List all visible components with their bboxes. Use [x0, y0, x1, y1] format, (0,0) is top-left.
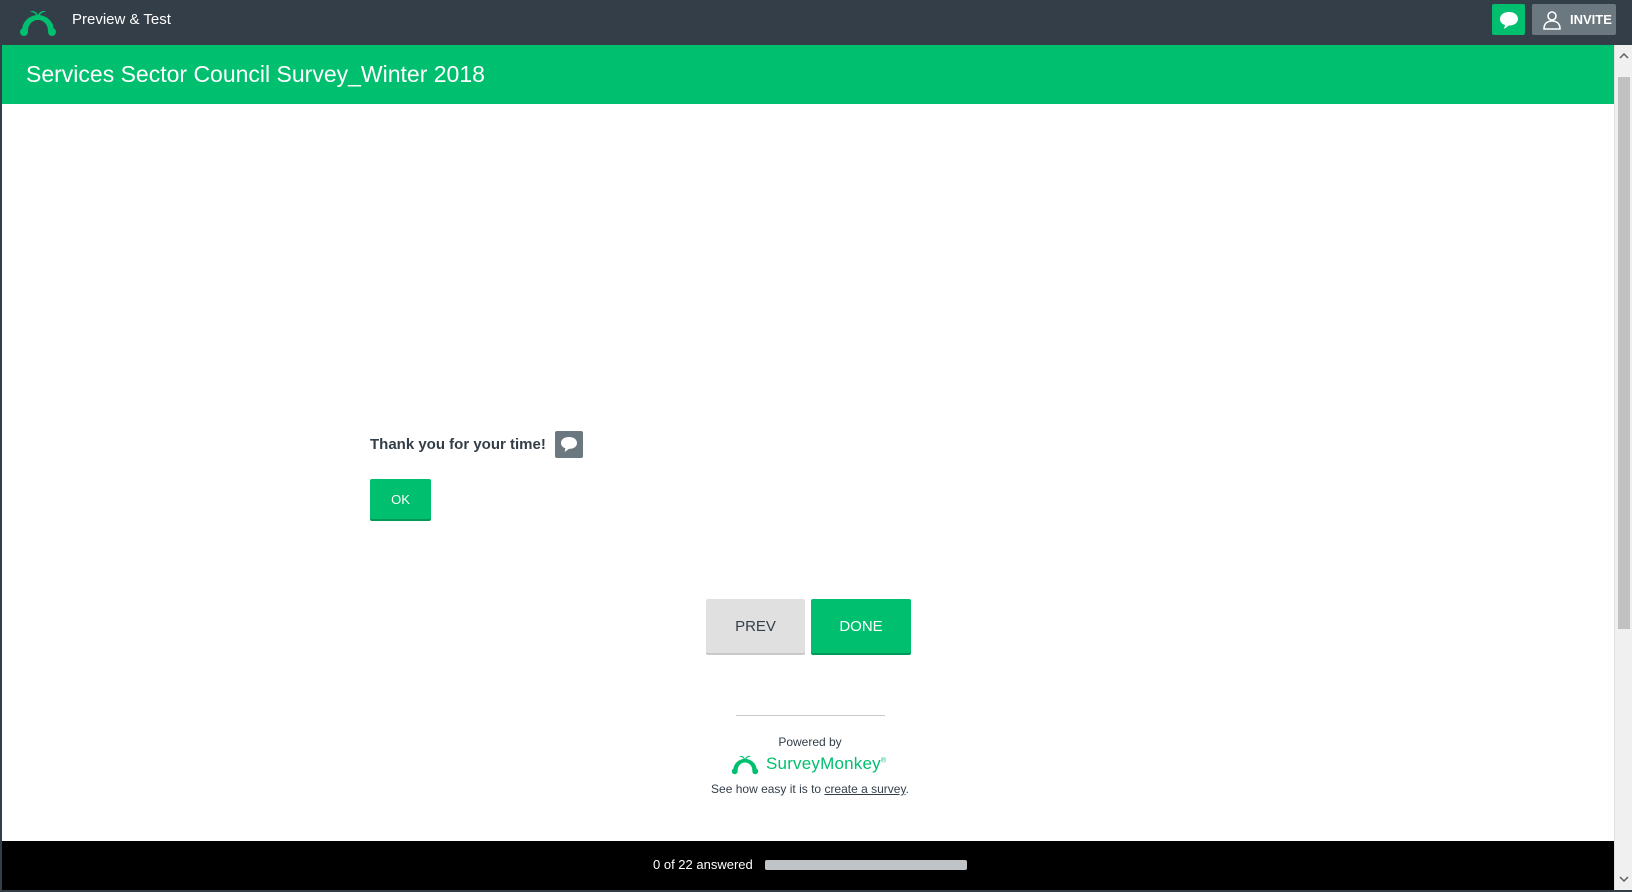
chat-button[interactable] — [1492, 4, 1525, 35]
see-how-text: See how easy it is to create a survey. — [711, 782, 909, 796]
user-icon — [1543, 10, 1561, 30]
prev-button[interactable]: PREV — [706, 599, 805, 653]
scrollbar[interactable] — [1614, 45, 1632, 890]
chat-bubble-icon — [1499, 11, 1518, 29]
powered-by-text: Powered by — [778, 735, 842, 749]
app-title: Preview & Test — [72, 11, 171, 28]
chevron-down-icon[interactable] — [1615, 870, 1632, 888]
progress-footer: 0 of 22 answered — [2, 841, 1616, 890]
question-text: Thank you for your time! — [370, 436, 546, 453]
progress-bar — [765, 860, 967, 870]
survey-title: Services Sector Council Survey_Winter 20… — [26, 61, 485, 87]
invite-button[interactable]: INVITE — [1532, 4, 1616, 35]
survey-header: Services Sector Council Survey_Winter 20… — [2, 45, 1616, 104]
brand-name: SurveyMonkey® — [766, 754, 887, 773]
scrollbar-thumb[interactable] — [1618, 77, 1630, 629]
done-button[interactable]: DONE — [811, 599, 911, 653]
surveymonkey-brand[interactable]: SurveyMonkey® — [730, 750, 892, 778]
top-bar: Preview & Test INVITE — [0, 0, 1632, 45]
survey-frame: Services Sector Council Survey_Winter 20… — [2, 45, 1616, 890]
question: Thank you for your time! — [370, 431, 583, 458]
surveymonkey-logo-icon[interactable] — [18, 7, 58, 37]
chevron-up-icon[interactable] — [1615, 47, 1632, 65]
comment-icon[interactable] — [554, 431, 583, 458]
create-survey-link[interactable]: create a survey — [824, 782, 905, 796]
progress-text: 0 of 22 answered — [653, 857, 753, 872]
ok-button[interactable]: OK — [370, 479, 431, 519]
invite-label: INVITE — [1570, 12, 1612, 27]
surveymonkey-logo-icon — [731, 755, 759, 775]
footer-divider — [736, 715, 885, 716]
